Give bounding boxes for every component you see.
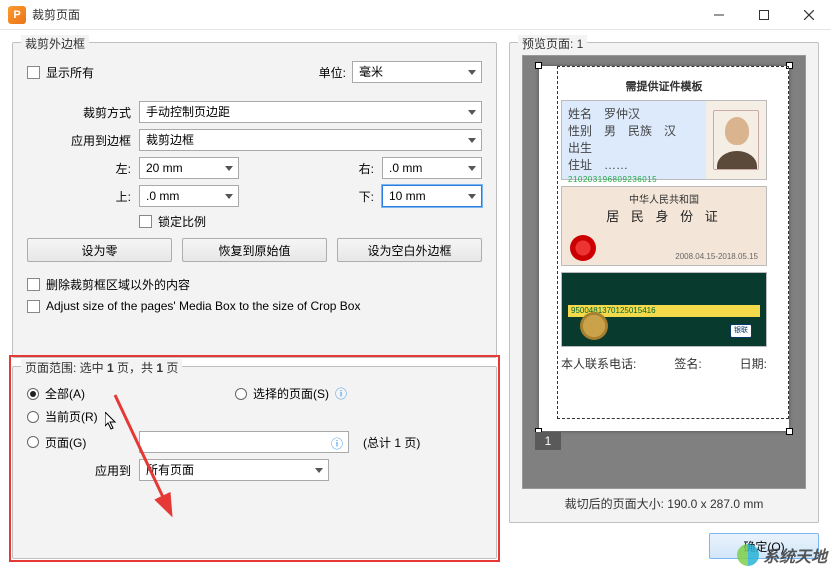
unit-label: 单位: bbox=[319, 64, 346, 81]
range-pages-radio[interactable]: 页面(G) bbox=[27, 434, 131, 451]
apply-to-label: 应用到 bbox=[27, 462, 131, 479]
set-blank-button[interactable]: 设为空白外边框 bbox=[337, 238, 482, 262]
unit-select[interactable]: 毫米 bbox=[352, 61, 482, 83]
page-indicator: 1 bbox=[535, 432, 561, 450]
unionpay-badge: 银联 bbox=[730, 324, 752, 338]
margin-bottom-label: 下: bbox=[354, 188, 374, 205]
margin-right-label: 右: bbox=[354, 160, 374, 177]
info-icon: ⓘ bbox=[331, 435, 343, 452]
delete-outside-checkbox[interactable]: 删除裁剪框区域以外的内容 bbox=[27, 276, 190, 293]
preview-legend: 预览页面: 1 bbox=[518, 35, 587, 52]
close-button[interactable] bbox=[786, 0, 831, 30]
window-title: 裁剪页面 bbox=[32, 6, 696, 23]
margin-bottom-input[interactable] bbox=[382, 185, 482, 207]
range-current-radio[interactable]: 当前页(R) bbox=[27, 408, 98, 425]
portrait-icon bbox=[713, 110, 759, 170]
adjust-mediabox-checkbox[interactable]: Adjust size of the pages' Media Box to t… bbox=[27, 299, 360, 313]
margin-right-input[interactable] bbox=[382, 157, 482, 179]
reset-button[interactable]: 恢复到原始值 bbox=[182, 238, 327, 262]
watermark: 系统天地 bbox=[737, 543, 827, 567]
crop-size-label: 裁切后的页面大小: 190.0 x 287.0 mm bbox=[522, 495, 806, 512]
crop-mode-label: 裁剪方式 bbox=[27, 104, 131, 121]
margin-left-input[interactable] bbox=[139, 157, 239, 179]
margin-top-input[interactable] bbox=[139, 185, 239, 207]
crop-group-legend: 裁剪外边框 bbox=[21, 35, 89, 52]
coin-icon bbox=[580, 312, 608, 340]
apply-border-label: 应用到边框 bbox=[27, 132, 131, 149]
range-all-radio[interactable]: 全部(A) bbox=[27, 385, 227, 402]
cursor-icon bbox=[105, 412, 117, 430]
set-zero-button[interactable]: 设为零 bbox=[27, 238, 172, 262]
page-thumbnail[interactable]: 需提供证件模板 姓名 罗仲汉 性别 男 民族 汉 出生 住址 …… 210203… bbox=[539, 66, 789, 431]
apply-border-select[interactable]: 裁剪边框 bbox=[139, 129, 482, 151]
minimize-button[interactable] bbox=[696, 0, 741, 30]
margin-top-label: 上: bbox=[27, 188, 131, 205]
margin-left-label: 左: bbox=[27, 160, 131, 177]
crop-mode-select[interactable]: 手动控制页边距 bbox=[139, 101, 482, 123]
show-all-checkbox[interactable]: 显示所有 bbox=[27, 64, 94, 81]
range-group-legend: 页面范围: 选中 1 页，共 1 页 bbox=[21, 359, 182, 376]
pages-input[interactable] bbox=[139, 431, 349, 453]
pages-total-label: (总计 1 页) bbox=[363, 434, 420, 451]
apply-to-select[interactable]: 所有页面 bbox=[139, 459, 329, 481]
maximize-button[interactable] bbox=[741, 0, 786, 30]
preview-area: 需提供证件模板 姓名 罗仲汉 性别 男 民族 汉 出生 住址 …… 210203… bbox=[522, 55, 806, 489]
bank-card: 9500481370125015416 银联 bbox=[561, 272, 767, 347]
lock-ratio-checkbox[interactable]: 锁定比例 bbox=[139, 213, 206, 230]
app-icon: P bbox=[8, 6, 26, 24]
range-selected-radio[interactable]: 选择的页面(S) ⓘ bbox=[235, 385, 347, 402]
info-icon: ⓘ bbox=[335, 385, 347, 402]
watermark-icon bbox=[737, 544, 759, 566]
